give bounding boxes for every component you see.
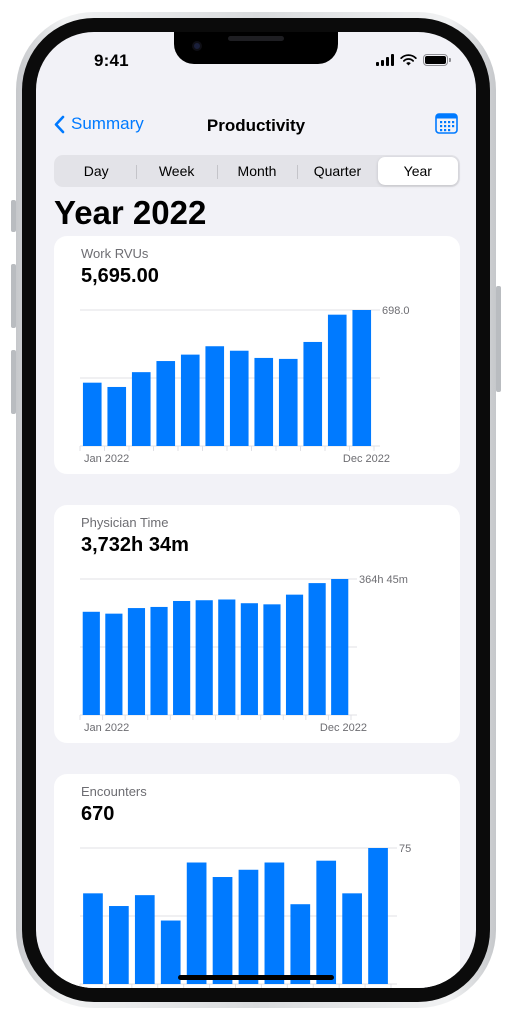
segment-month[interactable]: Month [216, 157, 297, 185]
bar [82, 382, 102, 446]
bar [186, 862, 207, 984]
bar [150, 606, 168, 715]
wifi-icon [400, 54, 417, 66]
segment-quarter[interactable]: Quarter [297, 157, 377, 185]
status-icons [376, 54, 451, 66]
segment-day[interactable]: Day [56, 157, 136, 185]
segment-year[interactable]: Year [377, 157, 459, 185]
segment-week[interactable]: Week [136, 157, 216, 185]
bar [156, 361, 176, 446]
phone-frame: 9:41 Summary Productivity Day Week Month… [16, 12, 496, 1008]
bar [263, 604, 281, 715]
bar [331, 579, 349, 715]
x-tick-label: Dec 2022 [343, 453, 390, 465]
cellular-signal-icon [376, 54, 394, 66]
back-button[interactable]: Summary [54, 114, 144, 134]
screen: 9:41 Summary Productivity Day Week Month… [36, 32, 476, 988]
bar [195, 600, 213, 715]
bar [107, 386, 127, 446]
bar [368, 848, 388, 984]
bar [180, 354, 200, 446]
bar [303, 341, 323, 446]
bar [83, 893, 103, 984]
chevron-left-icon [54, 115, 65, 133]
bar [205, 346, 225, 446]
y-tick-label: 698.0 [382, 305, 410, 317]
earpiece-speaker [228, 36, 284, 41]
x-tick-label: Jan 2022 [84, 722, 129, 734]
bar [254, 357, 274, 446]
bar [308, 583, 326, 715]
bar [160, 920, 181, 984]
bar [127, 608, 146, 715]
bar [278, 358, 298, 446]
bar [109, 906, 129, 984]
bar [285, 594, 304, 715]
y-tick-label: 75 [399, 843, 411, 855]
notch [174, 32, 338, 64]
bar [327, 314, 347, 446]
physician-time-chart: 364h 45m Jan 2022 Dec 2022 [79, 574, 408, 734]
phone-bezel: 9:41 Summary Productivity Day Week Month… [22, 18, 490, 1002]
power-button [496, 286, 501, 392]
bar [131, 372, 151, 446]
status-time: 9:41 [94, 51, 129, 70]
encounters-card[interactable]: Encounters 670 75 Jan 2022 Dec 2022 [54, 774, 460, 988]
bar [218, 599, 236, 715]
y-tick-label: 364h 45m [359, 574, 408, 586]
navigation-bar: Summary Productivity [36, 110, 476, 144]
battery-icon [423, 54, 451, 66]
bar [134, 895, 155, 984]
bar [105, 613, 123, 715]
bar [240, 603, 258, 715]
work-rvus-chart: 698.0 Jan 2022 Dec 2022 [79, 305, 410, 465]
calendar-icon [435, 113, 458, 134]
physician-time-card[interactable]: Physician Time 3,732h 34m 364h 45m Jan 20… [54, 505, 460, 743]
page-title: Year 2022 [54, 194, 207, 231]
bar [264, 862, 285, 984]
home-indicator[interactable] [178, 975, 334, 980]
bar [290, 904, 311, 984]
x-tick-label: Dec 2022 [320, 722, 367, 734]
encounters-chart: 75Jan 2022 Dec 2022 [79, 843, 411, 988]
work-rvus-card[interactable]: Work RVUs 5,695.00 698.0 Jan 2022 Dec 2022 [54, 236, 460, 474]
back-button-label: Summary [71, 114, 144, 133]
bar [342, 893, 362, 984]
bar [82, 611, 100, 715]
bar [229, 350, 249, 446]
bar [238, 869, 259, 984]
front-camera [192, 41, 202, 51]
bar [316, 860, 337, 984]
calendar-button[interactable] [435, 112, 458, 139]
bar [352, 310, 372, 446]
bar [212, 877, 233, 984]
x-tick-label: Jan 2022 [84, 453, 129, 465]
period-segmented-control: Day Week Month Quarter Year [54, 155, 460, 187]
bar [173, 600, 191, 715]
